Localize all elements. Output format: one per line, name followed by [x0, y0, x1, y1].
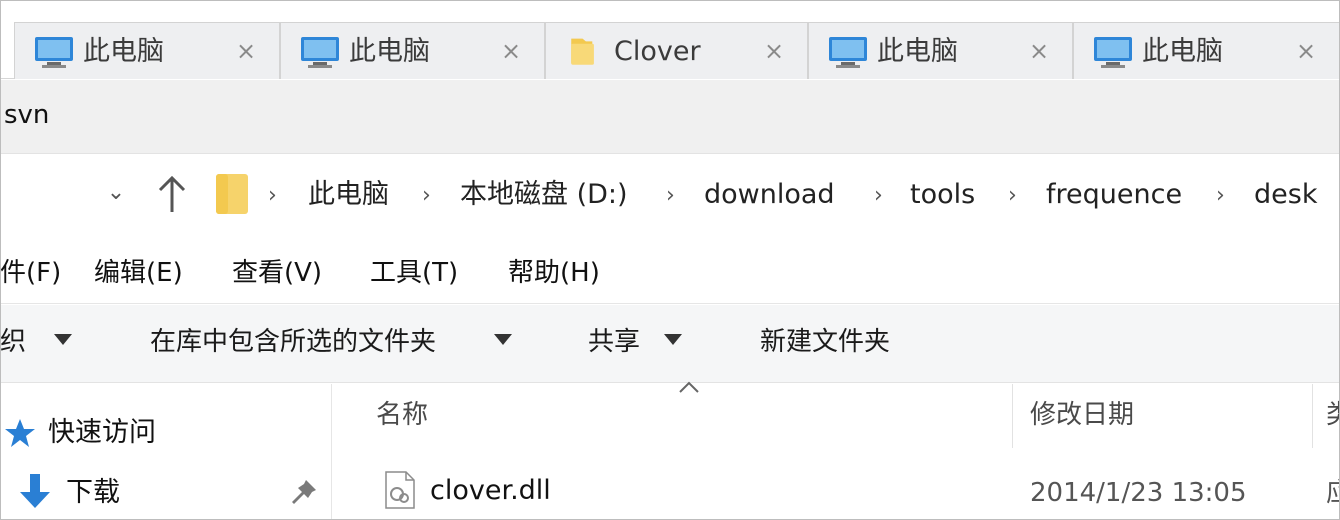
up-arrow-icon[interactable]: [154, 174, 190, 216]
menu-edit[interactable]: 编辑(E): [94, 256, 183, 290]
tab-label: 此电脑: [1142, 36, 1223, 67]
menu-tools[interactable]: 工具(T): [370, 256, 458, 290]
file-type: 应: [1326, 478, 1340, 508]
chevron-down-icon[interactable]: [494, 334, 512, 345]
tab-clover[interactable]: Clover ×: [545, 22, 808, 79]
menu-view[interactable]: 查看(V): [232, 256, 322, 290]
breadcrumb-desk[interactable]: desk: [1254, 176, 1317, 214]
monitor-icon: [301, 37, 339, 68]
share-button[interactable]: 共享: [588, 324, 640, 360]
monitor-icon: [829, 37, 867, 68]
download-arrow-icon: [20, 474, 50, 508]
close-icon[interactable]: ×: [1026, 37, 1052, 65]
breadcrumb-separator: ›: [1008, 183, 1017, 208]
tab-this-pc-1[interactable]: 此电脑 ×: [14, 22, 280, 79]
monitor-icon: [35, 37, 73, 68]
file-name[interactable]: clover.dll: [430, 474, 551, 508]
tab-label: 此电脑: [877, 36, 958, 67]
breadcrumb-tools[interactable]: tools: [910, 176, 975, 214]
close-icon[interactable]: ×: [761, 37, 787, 65]
breadcrumb-local-disk[interactable]: 本地磁盘 (D:): [460, 176, 628, 214]
close-icon[interactable]: ×: [233, 37, 259, 65]
recent-locations-button[interactable]: ⌄: [104, 178, 128, 208]
breadcrumb-separator: ›: [666, 183, 675, 208]
pin-icon[interactable]: [290, 478, 318, 506]
chevron-down-icon[interactable]: [664, 334, 682, 345]
star-icon: [5, 419, 35, 447]
window-title-bar: svn: [0, 80, 1340, 154]
close-icon[interactable]: ×: [1293, 37, 1319, 65]
breadcrumb-separator: ›: [268, 183, 277, 208]
tab-this-pc-2[interactable]: 此电脑 ×: [280, 22, 545, 79]
file-modified-date: 2014/1/23 13:05: [1030, 478, 1247, 508]
breadcrumb-separator: ›: [422, 183, 431, 208]
monitor-icon: [1094, 37, 1132, 68]
breadcrumb-download[interactable]: download: [704, 176, 835, 214]
nav-quick-access[interactable]: 快速访问: [48, 416, 156, 450]
chevron-down-icon[interactable]: [54, 334, 72, 345]
menu-file[interactable]: 件(F): [0, 256, 61, 290]
tab-label: Clover: [614, 36, 701, 67]
new-folder-button[interactable]: 新建文件夹: [760, 324, 890, 360]
column-header-name[interactable]: 名称: [376, 398, 428, 432]
tab-label: 此电脑: [83, 36, 164, 67]
window-title: svn: [4, 100, 50, 130]
tab-this-pc-4[interactable]: 此电脑 ×: [1073, 22, 1340, 79]
nav-downloads[interactable]: 下载: [66, 476, 120, 510]
column-divider[interactable]: [1312, 384, 1313, 448]
organize-button[interactable]: 组织: [0, 324, 26, 360]
column-header-type[interactable]: 类: [1326, 398, 1340, 432]
breadcrumb-frequence[interactable]: frequence: [1046, 176, 1182, 214]
breadcrumb-separator: ›: [874, 183, 883, 208]
sort-ascending-icon: [679, 381, 699, 393]
menu-bar: [0, 242, 1340, 304]
close-icon[interactable]: ×: [498, 37, 524, 65]
column-divider[interactable]: [1012, 384, 1013, 448]
menu-help[interactable]: 帮助(H): [508, 256, 600, 290]
breadcrumb-this-pc[interactable]: 此电脑: [308, 176, 389, 214]
tab-this-pc-3[interactable]: 此电脑 ×: [808, 22, 1073, 79]
tab-label: 此电脑: [349, 36, 430, 67]
folder-icon: [571, 38, 594, 65]
folder-icon: [216, 174, 248, 214]
dll-file-icon: [385, 471, 415, 509]
column-header-modified[interactable]: 修改日期: [1030, 398, 1134, 432]
breadcrumb-separator: ›: [1216, 183, 1225, 208]
include-in-library-button[interactable]: 在库中包含所选的文件夹: [150, 324, 436, 360]
